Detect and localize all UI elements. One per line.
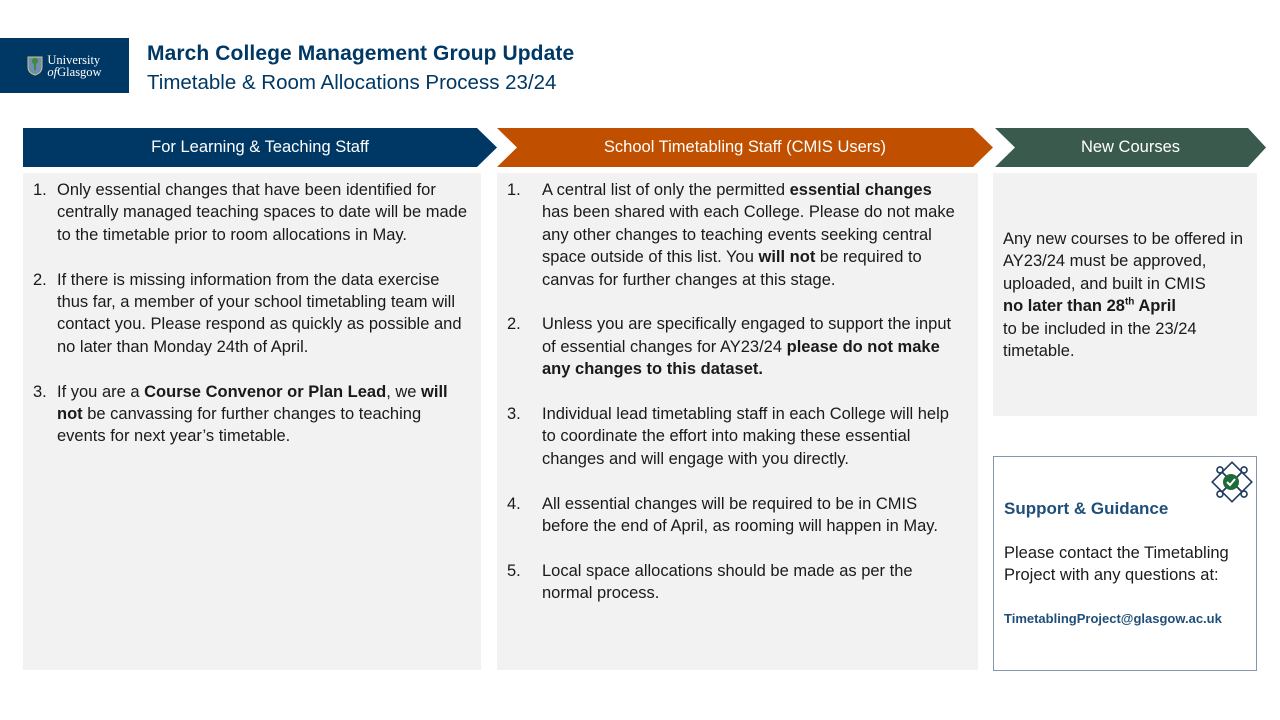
timetabling-staff-list: 1. A central list of only the permitted e… [497,173,978,605]
teaching-staff-panel: 1. Only essential changes that have been … [23,173,481,670]
puzzle-check-icon [1211,461,1253,503]
list-item-number: 5. [507,561,521,580]
list-item-number: 1. [33,181,47,199]
list-item-number: 2. [507,315,521,334]
deadline-text: no later than 28th April [1003,296,1176,316]
list-item-number: 3. [507,405,521,424]
list-item: 2. If there is missing information from t… [33,269,469,359]
teaching-staff-list: 1. Only essential changes that have been … [23,173,481,448]
list-item: 3. If you are a Course Convenor or Plan L… [33,381,469,448]
list-item-text: , we [386,382,422,401]
list-item-text: All essential changes will be required t… [542,494,938,536]
list-item-text: If there is missing information from the… [57,270,462,356]
emphasis-text: will not [758,248,816,267]
support-heading: Support & Guidance [1004,499,1169,518]
list-item: 4. All essential changes will be required… [507,493,960,538]
timetabling-staff-panel: 1. A central list of only the permitted e… [497,173,978,670]
section-header-timetabling-staff: School Timetabling Staff (CMIS Users) [497,128,993,167]
section-header-teaching-staff: For Learning & Teaching Staff [23,128,497,167]
support-body: Please contact the Timetabling Project w… [1004,544,1229,585]
section-header-new-courses: New Courses [995,128,1266,167]
list-item: 3. Individual lead timetabling staff in e… [507,403,960,470]
list-item-text: Local space allocations should be made a… [542,561,913,603]
list-item-text: Only essential changes that have been id… [57,181,467,244]
list-item-text: A central list of only the permitted [542,181,790,199]
new-courses-panel: Any new courses to be offered in AY23/24… [993,173,1257,416]
emphasis-text: Course Convenor or Plan Lead [144,382,387,401]
logo-wordmark: University ofGlasgow [47,52,102,79]
list-item-number: 2. [33,270,47,289]
university-logo: University ofGlasgow [0,38,129,93]
new-courses-text: Any new courses to be offered in AY23/24… [1003,230,1244,361]
list-item: 5. Local space allocations should be made… [507,560,960,605]
list-item-text: If you are a [57,382,145,401]
list-item: 1. Only essential changes that have been … [33,179,469,246]
page-subtitle: Timetable & Room Allocations Process 23/… [147,71,557,94]
page-title: March College Management Group Update [147,42,575,65]
list-item-number: 4. [507,494,521,513]
support-email-link[interactable]: TimetablingProject@glasgow.ac.uk [1004,611,1222,626]
university-crest-icon [27,56,43,76]
list-item-number: 1. [507,181,521,199]
emphasis-text: essential changes [789,181,932,199]
list-item: 2. Unless you are specifically engaged to… [507,313,960,380]
support-panel: Support & Guidance Please contact the Ti… [993,456,1257,671]
list-item: 1. A central list of only the permitted e… [507,179,960,291]
list-item-number: 3. [33,382,47,401]
list-item-text: Individual lead timetabling staff in eac… [542,405,949,468]
list-item-text: be canvassing for further changes to tea… [57,405,422,446]
